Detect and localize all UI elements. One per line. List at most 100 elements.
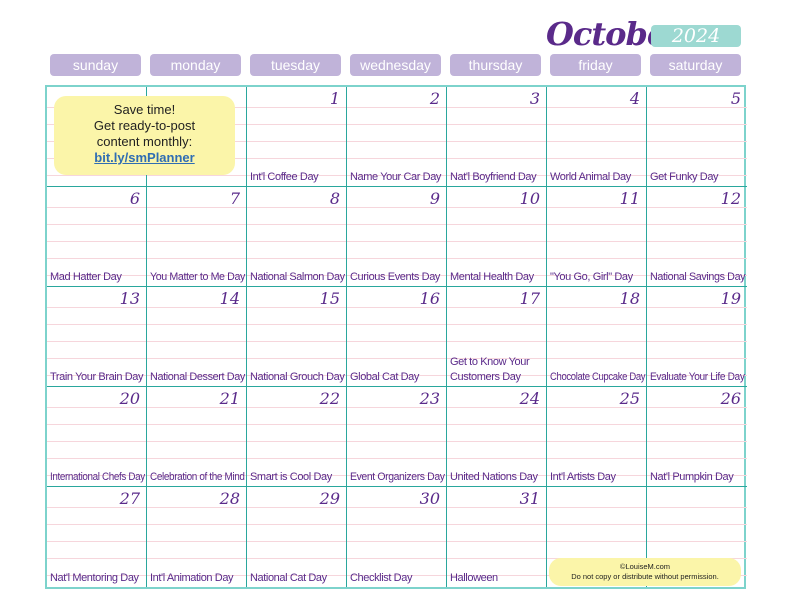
day-cell: 30 Checklist Day — [347, 487, 447, 587]
day-event: National Grouch Day — [250, 371, 345, 383]
day-cell: 12 National Savings Day — [647, 187, 747, 287]
weekday-header-row: sunday monday tuesday wednesday thursday frid… — [50, 54, 741, 77]
day-number: 21 — [219, 389, 240, 408]
day-event: Nat'l Mentoring Day — [50, 572, 139, 584]
day-event: National Cat Day — [250, 572, 327, 584]
day-cell: 19 Evaluate Your Life Day — [647, 287, 747, 387]
day-cell: 29 National Cat Day — [247, 487, 347, 587]
weekday-monday: monday — [150, 54, 241, 76]
day-cell: 26 Nat'l Pumpkin Day — [647, 387, 747, 487]
day-event: Checklist Day — [350, 572, 413, 584]
day-event: Nat'l Boyfriend Day — [450, 171, 537, 183]
copyright-line: Do not copy or distribute without permis… — [571, 572, 719, 581]
day-event: Event Organizers Day — [350, 471, 445, 483]
day-number: 18 — [619, 289, 640, 308]
day-number: 16 — [419, 289, 440, 308]
day-cell: 9 Curious Events Day — [347, 187, 447, 287]
day-cell: 2 Name Your Car Day — [347, 87, 447, 187]
day-event: Train Your Brain Day — [50, 371, 144, 383]
day-number: 17 — [519, 289, 540, 308]
day-event: Nat'l Pumpkin Day — [650, 471, 734, 483]
day-number: 30 — [419, 489, 440, 508]
day-event: National Salmon Day — [250, 271, 345, 283]
day-number: 8 — [329, 189, 340, 208]
day-cell: 3 Nat'l Boyfriend Day — [447, 87, 547, 187]
day-event: You Matter to Me Day — [150, 271, 245, 283]
day-cell: 31 Halloween — [447, 487, 547, 587]
day-cell: 28 Int'l Animation Day — [147, 487, 247, 587]
day-cell: 15 National Grouch Day — [247, 287, 347, 387]
day-number: 28 — [219, 489, 240, 508]
weekday-sunday: sunday — [50, 54, 141, 76]
year-label: 2024 — [651, 25, 741, 47]
day-cell: 7 You Matter to Me Day — [147, 187, 247, 287]
day-number: 26 — [720, 389, 741, 408]
day-event: National Savings Day — [650, 271, 746, 283]
day-event: Get to Know Your Customers Day — [450, 356, 530, 383]
day-number: 23 — [419, 389, 440, 408]
day-cell: 11 "You Go, Girl" Day — [547, 187, 647, 287]
day-number: 12 — [720, 189, 741, 208]
day-event: United Nations Day — [450, 471, 538, 483]
day-cell: 25 Int'l Artists Day — [547, 387, 647, 487]
day-cell: 4 World Animal Day — [547, 87, 647, 187]
day-number: 5 — [730, 89, 741, 108]
day-event: Chocolate Cupcake Day — [550, 371, 646, 383]
day-cell: 6 Mad Hatter Day — [47, 187, 147, 287]
day-event: Name Your Car Day — [350, 171, 442, 183]
day-number: 9 — [429, 189, 440, 208]
day-number: 15 — [319, 289, 340, 308]
copyright-note: ©LouiseM.com Do not copy or distribute w… — [549, 558, 741, 586]
day-cell: 21 Celebration of the Mind — [147, 387, 247, 487]
day-cell: 1 Int'l Coffee Day — [247, 87, 347, 187]
day-number: 22 — [319, 389, 340, 408]
weekday-friday: friday — [550, 54, 641, 76]
weekday-saturday: saturday — [650, 54, 741, 76]
day-number: 6 — [129, 189, 140, 208]
day-event: Mental Health Day — [450, 271, 534, 283]
day-cell: 24 United Nations Day — [447, 387, 547, 487]
day-number: 19 — [720, 289, 741, 308]
day-event: Mad Hatter Day — [50, 271, 122, 283]
day-cell: 18 Chocolate Cupcake Day — [547, 287, 647, 387]
day-event: Global Cat Day — [350, 371, 419, 383]
day-number: 2 — [429, 89, 440, 108]
day-number: 24 — [519, 389, 540, 408]
day-number: 10 — [519, 189, 540, 208]
day-cell: 13 Train Your Brain Day — [47, 287, 147, 387]
day-event: Celebration of the Mind — [150, 471, 245, 483]
promo-line: Save time! — [113, 102, 176, 117]
day-cell: 20 International Chefs Day — [47, 387, 147, 487]
day-event: "You Go, Girl" Day — [550, 271, 633, 283]
day-event: International Chefs Day — [50, 471, 145, 483]
weekday-tuesday: tuesday — [250, 54, 341, 76]
day-cell: 27 Nat'l Mentoring Day — [47, 487, 147, 587]
day-cell: 14 National Dessert Day — [147, 287, 247, 387]
day-number: 31 — [519, 489, 540, 508]
weekday-thursday: thursday — [450, 54, 541, 76]
day-cell: 17 Get to Know Your Customers Day — [447, 287, 547, 387]
day-event: Curious Events Day — [350, 271, 441, 283]
day-event: Halloween — [450, 572, 498, 584]
day-number: 25 — [619, 389, 640, 408]
day-cell: 16 Global Cat Day — [347, 287, 447, 387]
day-event: Int'l Animation Day — [150, 572, 234, 584]
promo-line: content monthly: — [96, 134, 193, 149]
day-number: 27 — [119, 489, 140, 508]
day-event: Int'l Coffee Day — [250, 171, 319, 183]
day-number: 11 — [619, 189, 640, 208]
day-cell: 10 Mental Health Day — [447, 187, 547, 287]
day-event: Smart is Cool Day — [250, 471, 332, 483]
day-cell: 8 National Salmon Day — [247, 187, 347, 287]
promo-link[interactable]: bit.ly/smPlanner — [94, 150, 194, 165]
day-event: World Animal Day — [550, 171, 631, 183]
day-number: 14 — [219, 289, 240, 308]
day-cell: 5 Get Funky Day — [647, 87, 747, 187]
day-number: 13 — [119, 289, 140, 308]
weekday-wednesday: wednesday — [350, 54, 441, 76]
promo-note: Save time! Get ready-to-post content mon… — [54, 96, 235, 175]
copyright-line: ©LouiseM.com — [619, 562, 671, 571]
day-event: National Dessert Day — [150, 371, 245, 383]
day-event: Evaluate Your Life Day — [650, 371, 745, 383]
day-number: 3 — [529, 89, 540, 108]
